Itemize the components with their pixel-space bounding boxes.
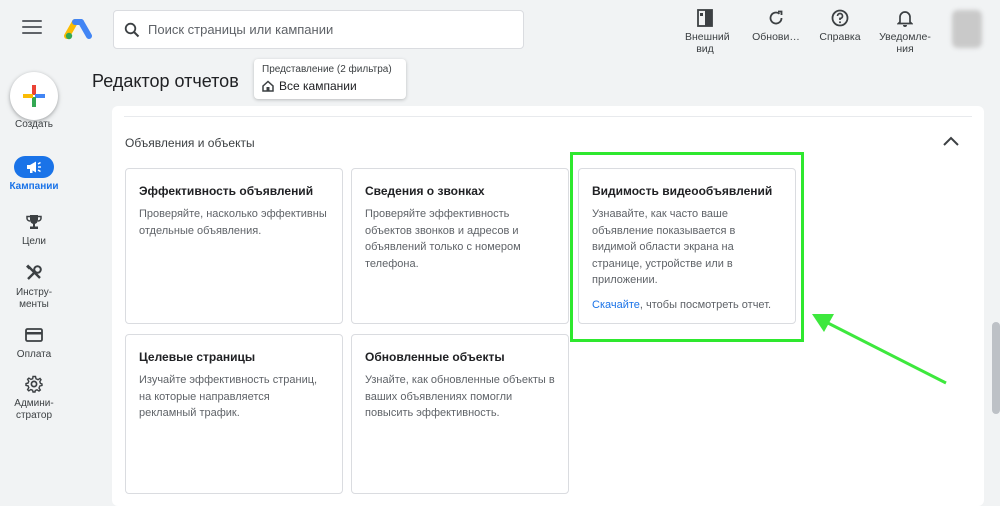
help-icon — [831, 9, 849, 27]
nav-billing-label: Оплата — [16, 349, 52, 360]
nav-campaigns-label: Кампании — [9, 181, 59, 192]
nav-tools-label: Инстру-менты — [15, 287, 53, 310]
create-label: Создать — [14, 119, 53, 130]
notifications-label: Уведомле-ния — [879, 31, 931, 55]
view-filter-value: Все кампании — [279, 79, 357, 93]
appearance-label: Внешний вид — [685, 31, 730, 55]
megaphone-icon — [27, 161, 41, 173]
card-description: Изучайте эффективность страниц, на котор… — [139, 374, 318, 419]
page-title: Редактор отчетов — [92, 71, 239, 91]
left-nav: Создать Кампании Цели Инстру-менты Оплат… — [0, 60, 68, 492]
appearance-icon — [697, 9, 713, 27]
appearance-button[interactable]: Внешний вид — [675, 8, 735, 55]
credit-card-icon — [25, 328, 43, 342]
search-icon — [124, 22, 140, 37]
notifications-button[interactable]: Уведомле-ния — [874, 8, 936, 55]
chevron-up-icon[interactable] — [942, 134, 960, 148]
create-button[interactable] — [10, 72, 58, 120]
bell-icon — [897, 11, 913, 27]
refresh-label: Обнови… — [752, 31, 800, 43]
highlight-box — [570, 152, 804, 342]
card-updated-objects[interactable]: Обновленные объекты Узнайте, как обновле… — [351, 334, 569, 494]
avatar[interactable] — [952, 10, 982, 48]
card-ad-performance[interactable]: Эффективность объявлений Проверяйте, нас… — [125, 168, 343, 324]
menu-icon[interactable] — [22, 20, 42, 40]
card-title: Сведения о звонках — [365, 184, 485, 198]
nav-item-tools[interactable]: Инстру-менты — [0, 262, 68, 311]
nav-admin-label: Админи-стратор — [14, 398, 54, 421]
help-button[interactable]: Справка — [814, 8, 866, 43]
nav-goals-label: Цели — [21, 236, 47, 247]
card-title: Эффективность объявлений — [139, 184, 314, 198]
annotation-arrow-icon — [812, 314, 947, 385]
card-description: Узнайте, как обновленные объекты в ваших… — [365, 374, 555, 419]
google-ads-logo-icon[interactable] — [64, 14, 92, 42]
card-title: Обновленные объекты — [365, 350, 505, 364]
trophy-icon — [26, 215, 42, 229]
search-input[interactable] — [148, 22, 488, 37]
gear-icon — [25, 375, 43, 393]
home-icon — [262, 80, 274, 92]
plus-icon — [23, 85, 45, 107]
section-title: Объявления и объекты — [125, 136, 255, 150]
nav-item-billing[interactable]: Оплата — [0, 324, 68, 361]
refresh-button[interactable]: Обнови… — [750, 8, 802, 43]
nav-item-admin[interactable]: Админи-стратор — [0, 373, 68, 422]
card-description: Проверяйте эффективность объектов звонко… — [365, 208, 521, 270]
divider — [124, 116, 972, 117]
scrollbar-thumb[interactable] — [992, 322, 1000, 414]
search-box[interactable] — [113, 10, 524, 49]
card-title: Целевые страницы — [139, 350, 256, 364]
view-filter-selector[interactable]: Представление (2 фильтра) Все кампании — [254, 59, 406, 99]
view-filter-caption: Представление (2 фильтра) — [262, 64, 392, 75]
nav-item-campaigns[interactable]: Кампании — [0, 156, 68, 193]
card-description: Проверяйте, насколько эффективны отдельн… — [139, 208, 327, 237]
nav-item-goals[interactable]: Цели — [0, 211, 68, 248]
top-bar: Внешний вид Обнови… Справка Уведомле-ния — [0, 0, 1000, 60]
refresh-icon — [769, 10, 783, 25]
card-landing-pages[interactable]: Целевые страницы Изучайте эффективность … — [125, 334, 343, 494]
card-call-details[interactable]: Сведения о звонках Проверяйте эффективно… — [351, 168, 569, 324]
help-label: Справка — [819, 31, 861, 43]
tools-icon — [26, 264, 42, 280]
